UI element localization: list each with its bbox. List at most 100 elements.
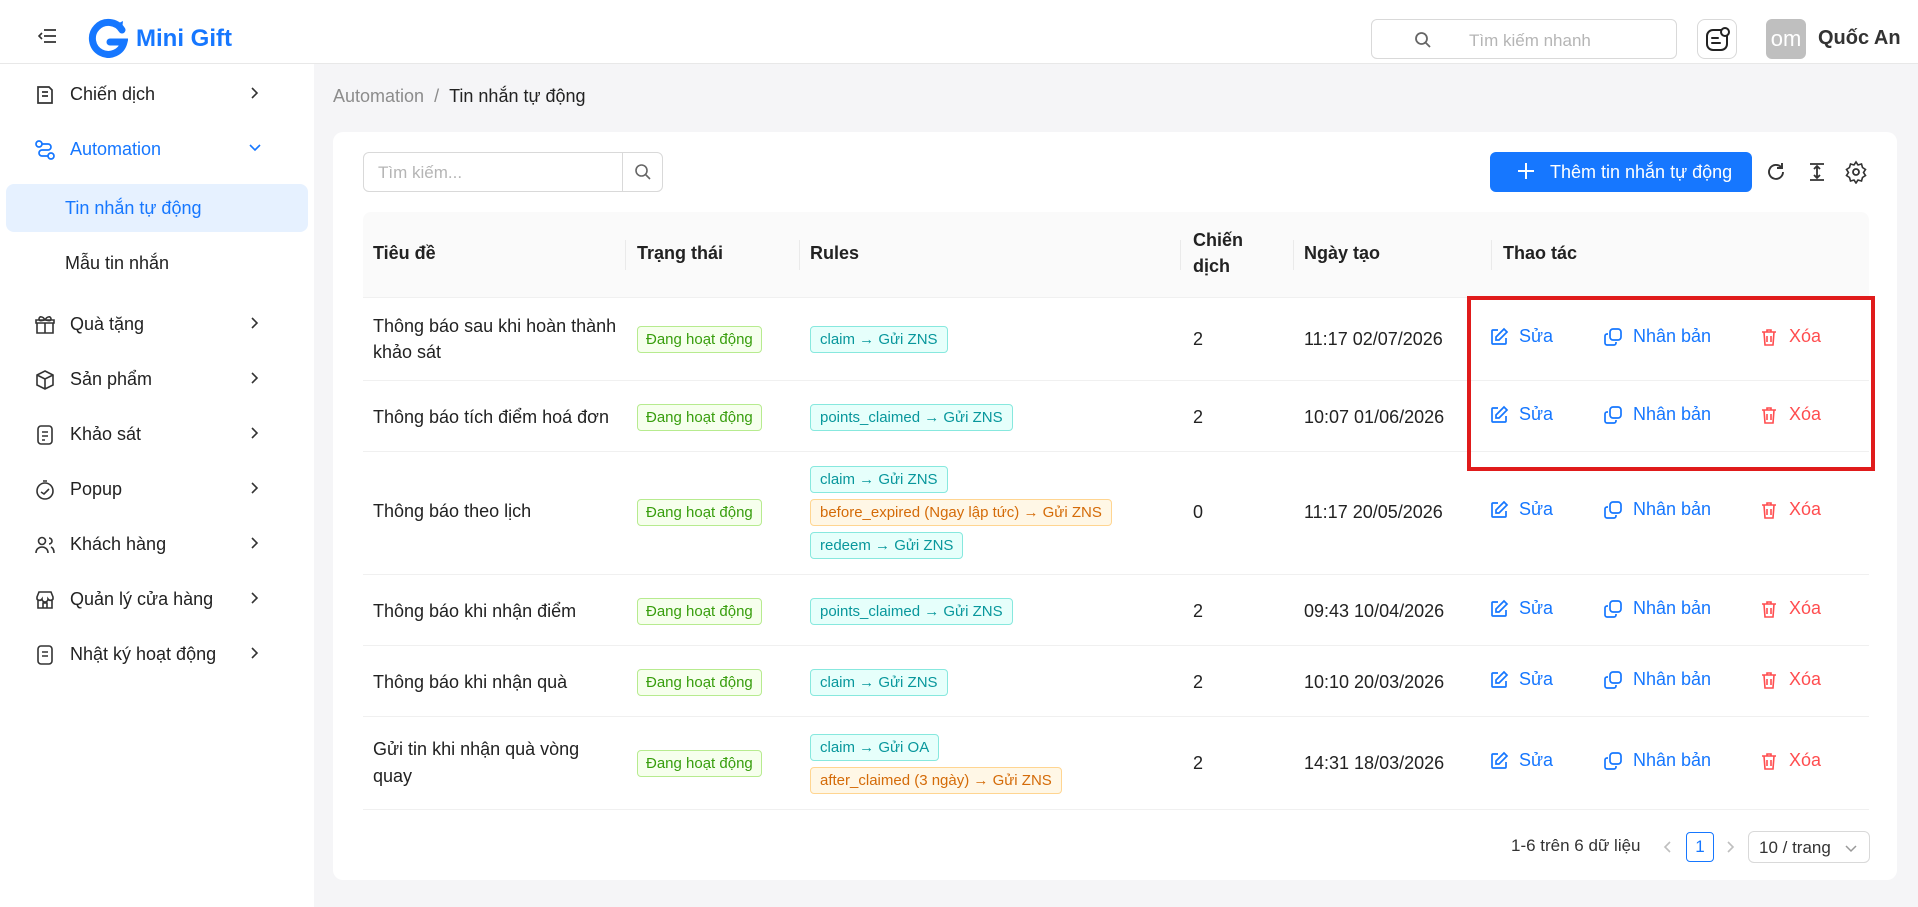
chevron-right-icon — [251, 592, 259, 604]
sidebar-item-popup[interactable]: Popup — [0, 464, 314, 514]
col-created: Ngày tạo — [1304, 243, 1381, 263]
column-divider — [1293, 240, 1294, 270]
status-badge: Đang hoạt động — [637, 326, 762, 353]
trash-icon — [1762, 753, 1776, 770]
sidebar-item-surveys[interactable]: Khảo sát — [0, 409, 314, 459]
quick-search-placeholder: Tìm kiếm nhanh — [1469, 31, 1591, 50]
highlight-box — [1467, 296, 1875, 471]
row-campaign-count: 0 — [1193, 502, 1204, 522]
sidebar-item-store-management[interactable]: Quản lý cửa hàng — [0, 574, 314, 624]
survey-icon — [37, 425, 53, 445]
col-campaign-line1: Chiến — [1193, 230, 1244, 250]
row-title: quay — [373, 766, 413, 786]
edit-icon — [1491, 751, 1509, 769]
rule-tag: points_claimed → Gửi ZNS — [810, 598, 1013, 625]
edit-icon — [1491, 500, 1509, 518]
sidebar-item-products[interactable]: Sản phẩm — [0, 354, 314, 404]
user-name[interactable]: Quốc An — [1818, 27, 1901, 50]
breadcrumb: Automation / Tin nhắn tự động — [333, 86, 586, 107]
search-icon — [1415, 32, 1431, 48]
rule-tag: claim → Gửi ZNS — [810, 326, 948, 353]
status-badge: Đang hoạt động — [637, 750, 762, 777]
add-auto-message-button[interactable]: Thêm tin nhắn tự động — [1490, 152, 1752, 192]
rule-tag: points_claimed → Gửi ZNS — [810, 404, 1013, 431]
edit-icon — [1491, 599, 1509, 617]
table-row: Gửi tin khi nhận quà vòng quay Đang hoạt… — [363, 718, 1869, 810]
breadcrumb-parent[interactable]: Automation — [333, 86, 424, 106]
sidebar-item-campaigns[interactable]: Chiến dịch — [0, 69, 314, 119]
chevron-right-icon — [251, 427, 259, 439]
row-campaign-count: 2 — [1193, 329, 1204, 349]
plus-icon — [1518, 163, 1534, 179]
quick-search-input[interactable]: Tìm kiếm nhanh — [1371, 19, 1677, 59]
col-status: Trạng thái — [637, 243, 724, 263]
chevron-right-icon[interactable] — [1724, 840, 1736, 854]
breadcrumb-separator: / — [434, 86, 440, 106]
mini-gift-logo — [88, 18, 128, 58]
edit-icon — [1491, 670, 1509, 688]
sidebar-item-gifts[interactable]: Quà tặng — [0, 299, 314, 349]
table-search-placeholder: Tìm kiếm... — [378, 163, 463, 182]
chevron-right-icon — [251, 537, 259, 549]
users-icon — [35, 536, 55, 554]
gift-icon — [35, 316, 55, 334]
table-row: Thông báo theo lịch Đang hoạt động claim… — [363, 453, 1869, 575]
row-created-date: 10:10 20/03/2026 — [1304, 672, 1445, 692]
rule-tag: before_expired (Ngay lập tức) → Gửi ZNS — [810, 499, 1112, 526]
table-search-input[interactable]: Tìm kiếm... — [363, 152, 663, 192]
row-campaign-count: 2 — [1193, 753, 1204, 773]
notification-button[interactable] — [1697, 19, 1737, 59]
rule-tag: after_claimed (3 ngày) → Gửi ZNS — [810, 767, 1062, 794]
chevron-right-icon — [251, 482, 259, 494]
row-created-date: 11:17 02/07/2026 — [1304, 329, 1443, 349]
campaign-icon — [37, 86, 53, 104]
settings-icon[interactable] — [1844, 160, 1868, 184]
top-header: Mini Gift Tìm kiếm nhanh om Quốc An — [0, 0, 1918, 64]
sidebar-item-automation[interactable]: Automation — [0, 124, 314, 174]
trash-icon — [1762, 672, 1776, 689]
table-row: Thông báo khi nhận quà Đang hoạt động cl… — [363, 647, 1869, 717]
status-badge: Đang hoạt động — [637, 404, 762, 431]
notification-icon — [1706, 27, 1730, 51]
table-header: Tiêu đề Trạng thái Rules Chiến dịch Ngày… — [363, 212, 1869, 298]
row-title: Thông báo tích điểm hoá đơn — [373, 407, 609, 427]
row-title: Gửi tin khi nhận quà vòng — [373, 739, 580, 759]
sidebar-subitem-auto-messages[interactable]: Tin nhắn tự động — [6, 184, 308, 232]
content-card: Tìm kiếm... Thêm tin nhắn tự động Tiêu đ… — [333, 132, 1897, 880]
chevron-right-icon — [251, 647, 259, 659]
chevron-right-icon — [251, 372, 259, 384]
column-height-icon[interactable] — [1805, 160, 1829, 184]
col-title: Tiêu đề — [373, 243, 436, 263]
copy-icon — [1604, 501, 1622, 519]
menu-fold-icon[interactable] — [38, 29, 56, 43]
copy-icon — [1604, 671, 1622, 689]
avatar[interactable]: om — [1766, 19, 1806, 59]
rule-tag: claim → Gửi ZNS — [810, 669, 948, 696]
automation-icon — [35, 140, 55, 160]
trash-icon — [1762, 601, 1776, 618]
sidebar-subitem-message-templates[interactable]: Mẫu tin nhắn — [6, 239, 308, 287]
row-title: khảo sát — [373, 342, 442, 362]
status-badge: Đang hoạt động — [637, 669, 762, 696]
chevron-left-icon[interactable] — [1662, 840, 1674, 854]
copy-icon — [1604, 752, 1622, 770]
table-row: Thông báo khi nhận điểm Đang hoạt động p… — [363, 576, 1869, 646]
column-divider — [1491, 240, 1492, 270]
chevron-right-icon — [251, 87, 259, 99]
breadcrumb-current: Tin nhắn tự động — [449, 86, 586, 106]
copy-icon — [1604, 600, 1622, 618]
sidebar-item-activity-log[interactable]: Nhật ký hoạt động — [0, 629, 314, 679]
table-search-button[interactable] — [622, 153, 662, 191]
trash-icon — [1762, 502, 1776, 519]
sidebar-item-customers[interactable]: Khách hàng — [0, 519, 314, 569]
row-campaign-count: 2 — [1193, 407, 1204, 427]
row-created-date: 14:31 18/03/2026 — [1304, 753, 1445, 773]
page-size-select[interactable]: 10 / trang — [1748, 831, 1870, 863]
row-created-date: 11:17 20/05/2026 — [1304, 502, 1443, 522]
column-divider — [1180, 240, 1181, 270]
chevron-down-icon — [249, 144, 261, 152]
column-divider — [799, 240, 800, 270]
pagination-page-1[interactable]: 1 — [1686, 832, 1714, 862]
rule-tag: claim → Gửi OA — [810, 734, 940, 761]
reload-icon[interactable] — [1764, 160, 1788, 184]
